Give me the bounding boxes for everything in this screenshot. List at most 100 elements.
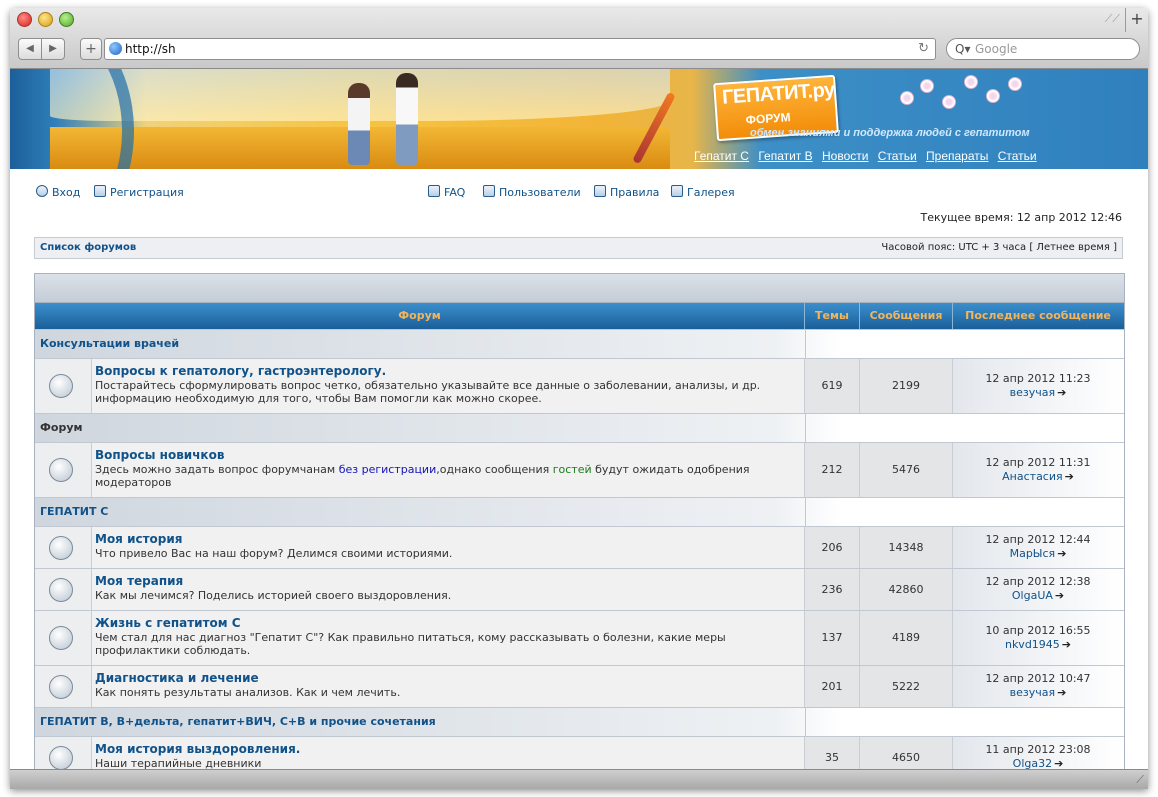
header-last-post: Последнее сообщение xyxy=(965,309,1111,322)
address-text: http://sh xyxy=(125,42,176,56)
header-forum: Форум xyxy=(35,303,805,329)
last-post-date: 11 апр 2012 23:08 xyxy=(985,743,1091,756)
breadcrumb: Список форумов Часовой пояс: UTC + 3 час… xyxy=(34,237,1123,259)
category-title[interactable]: ГЕПАТИТ С xyxy=(40,505,108,518)
timezone-label: Часовой пояс: UTC + 3 часа [ Летнее врем… xyxy=(881,242,1117,253)
flowers-image xyxy=(890,71,1030,111)
category-row: ГЕПАТИТ B, B+дельта, гепатит+ВИЧ, C+B и … xyxy=(35,708,1124,737)
register-link[interactable]: Регистрация xyxy=(94,185,184,199)
goto-last-post-icon[interactable]: ➔ xyxy=(1055,589,1064,602)
goto-last-post-icon[interactable]: ➔ xyxy=(1057,547,1066,560)
last-post-author[interactable]: МарЫся ➔ xyxy=(953,547,1123,560)
nav-link-hepatitis-b[interactable]: Гепатит В xyxy=(758,149,812,163)
forum-posts-count: 5222 xyxy=(892,680,920,693)
forward-button[interactable]: ▶ xyxy=(41,38,65,60)
forum-title[interactable]: Вопросы к гепатологу, гастроэнтерологу. xyxy=(95,364,386,378)
users-icon xyxy=(483,185,495,197)
forum-read-icon xyxy=(49,675,73,699)
forum-title[interactable]: Жизнь с гепатитом С xyxy=(95,616,241,630)
forum-posts-count: 4189 xyxy=(892,631,920,644)
forum-topics-count: 137 xyxy=(821,631,843,644)
forum-row: Вопросы к гепатологу, гастроэнтерологу. … xyxy=(35,359,1124,414)
logo-title: ГЕПАТИТ.ру xyxy=(721,78,836,109)
new-tab-button[interactable]: + xyxy=(1125,8,1148,32)
last-post-date: 12 апр 2012 12:38 xyxy=(985,575,1091,588)
table-top-bar xyxy=(35,274,1124,303)
browser-window: ⟋⟋ + ◀ ▶ + http://sh ↻ Q▾ Google ГЕПАТИТ… xyxy=(10,8,1148,789)
forum-description: Чем стал для нас диагноз "Гепатит С"? Ка… xyxy=(95,631,726,657)
forum-row: Вопросы новичков Здесь можно задать вопр… xyxy=(35,443,1124,498)
forum-posts-count: 5476 xyxy=(892,463,920,476)
zoom-button[interactable] xyxy=(59,12,74,27)
goto-last-post-icon[interactable]: ➔ xyxy=(1057,686,1066,699)
search-icon: Q▾ xyxy=(955,42,971,56)
header-posts: Сообщения xyxy=(860,303,953,329)
forum-read-icon xyxy=(49,374,73,398)
last-post-date: 12 апр 2012 11:23 xyxy=(985,372,1091,385)
minimize-button[interactable] xyxy=(38,12,53,27)
reload-icon[interactable]: ↻ xyxy=(918,39,929,59)
forum-title[interactable]: Моя терапия xyxy=(95,574,183,588)
nav-link-hepatitis-c[interactable]: Гепатит С xyxy=(694,149,749,163)
breadcrumb-forum-list[interactable]: Список форумов xyxy=(40,242,136,253)
last-post-author[interactable]: везучая ➔ xyxy=(953,386,1123,399)
forum-row: Диагностика и лечение Как понять результ… xyxy=(35,666,1124,708)
last-post-author[interactable]: везучая ➔ xyxy=(953,686,1123,699)
goto-last-post-icon[interactable]: ➔ xyxy=(1062,638,1071,651)
login-link[interactable]: Вход xyxy=(36,185,80,199)
forum-topics-count: 619 xyxy=(821,379,843,392)
forum-title[interactable]: Моя история выздоровления. xyxy=(95,742,300,756)
resize-grip-icon[interactable]: ⟋ xyxy=(1136,773,1144,787)
forum-description: Что привело Вас на наш форум? Делимся св… xyxy=(95,547,453,560)
login-icon xyxy=(36,185,48,197)
forum-title[interactable]: Диагностика и лечение xyxy=(95,671,259,685)
current-time: Текущее время: 12 апр 2012 12:46 xyxy=(920,211,1122,224)
gallery-icon xyxy=(671,185,683,197)
nav-link-news[interactable]: Новости xyxy=(822,149,868,163)
last-post-author[interactable]: nkvd1945 ➔ xyxy=(953,638,1123,651)
forum-title[interactable]: Вопросы новичков xyxy=(95,448,224,462)
category-title[interactable]: Форум xyxy=(40,421,83,434)
last-post-author[interactable]: OlgaUA ➔ xyxy=(953,589,1123,602)
forum-row: Моя история Что привело Вас на наш форум… xyxy=(35,527,1124,569)
goto-last-post-icon[interactable]: ➔ xyxy=(1065,470,1074,483)
nav-link-drugs[interactable]: Препараты xyxy=(926,149,988,163)
forum-topics-count: 201 xyxy=(821,680,843,693)
rules-link[interactable]: Правила xyxy=(594,185,659,199)
gallery-link[interactable]: Галерея xyxy=(671,185,735,199)
forum-posts-count: 42860 xyxy=(888,583,924,596)
forum-row: Моя терапия Как мы лечимся? Поделись ист… xyxy=(35,569,1124,611)
forum-posts-count: 4650 xyxy=(892,751,920,764)
rules-icon xyxy=(594,185,606,197)
forum-title[interactable]: Моя история xyxy=(95,532,183,546)
forum-content: Вход Регистрация FAQ Пользователи Правил… xyxy=(34,181,1125,770)
table-header: Форум Темы Сообщения Последнее сообщение xyxy=(35,303,1124,330)
users-link[interactable]: Пользователи xyxy=(483,185,581,199)
nav-link-articles[interactable]: Статьи xyxy=(878,149,917,163)
forum-table: Форум Темы Сообщения Последнее сообщение… xyxy=(34,273,1125,770)
forum-description: Как понять результаты анализов. Как и че… xyxy=(95,686,401,699)
back-button[interactable]: ◀ xyxy=(18,38,42,60)
add-bookmark-button[interactable]: + xyxy=(80,38,102,60)
faq-link[interactable]: FAQ xyxy=(428,185,465,199)
status-bar: ⟋ xyxy=(10,769,1148,789)
banner-man-image xyxy=(396,73,418,165)
category-title[interactable]: ГЕПАТИТ B, B+дельта, гепатит+ВИЧ, C+B и … xyxy=(40,715,436,728)
forum-row: Моя история выздоровления. Наши терапийн… xyxy=(35,737,1124,770)
forum-topics-count: 236 xyxy=(821,583,843,596)
last-post-date: 10 апр 2012 16:55 xyxy=(985,624,1091,637)
address-bar[interactable]: http://sh ↻ xyxy=(104,38,936,60)
goto-last-post-icon[interactable]: ➔ xyxy=(1057,386,1066,399)
no-registration-link[interactable]: без регистрации xyxy=(339,463,437,476)
search-placeholder: Google xyxy=(975,42,1018,56)
search-field[interactable]: Q▾ Google xyxy=(946,38,1140,60)
nav-link-articles-2[interactable]: Статьи xyxy=(998,149,1037,163)
forum-topics-count: 212 xyxy=(821,463,843,476)
category-title[interactable]: Консультации врачей xyxy=(40,337,179,350)
top-links: Вход Регистрация FAQ Пользователи Правил… xyxy=(34,181,1124,203)
category-row: Форум xyxy=(35,414,1124,443)
last-post-date: 12 апр 2012 10:47 xyxy=(985,672,1091,685)
last-post-author[interactable]: Анастасия ➔ xyxy=(953,470,1123,483)
close-button[interactable] xyxy=(17,12,32,27)
globe-icon xyxy=(109,42,122,55)
